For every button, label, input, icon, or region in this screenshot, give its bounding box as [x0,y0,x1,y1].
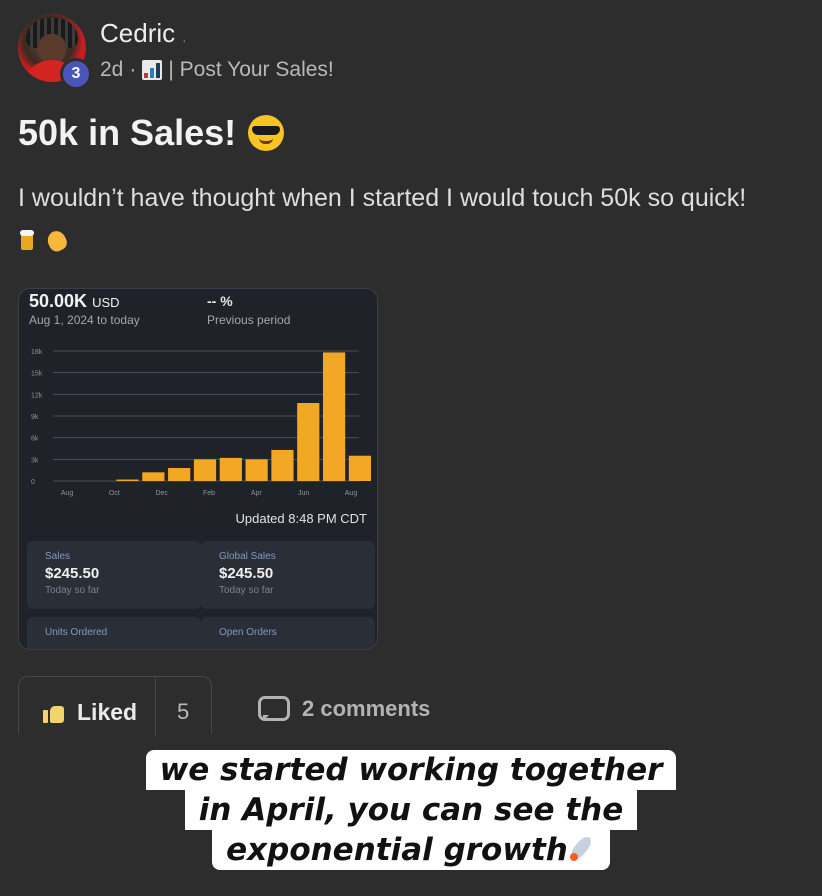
stat-global-sales: Global Sales $245.50 Today so far [201,541,375,609]
change-percent: -- % [207,293,233,309]
thumbs-up-icon [43,703,65,723]
x-tick-label: Aug [345,490,358,497]
comments-button[interactable]: 2 comments [258,696,430,722]
x-tick-label: Apr [251,490,263,497]
chart-bar [219,457,242,481]
beer-mugs-emoji-icon [18,228,42,252]
post-emojis [18,228,72,254]
caption-line-text: exponential growth [226,832,568,868]
comments-label: 2 comments [302,696,431,721]
stat-label: Sales [45,551,71,562]
y-tick-label: 15k [31,371,43,378]
like-divider [155,677,156,735]
post-title-text: 50k in Sales! [18,112,237,153]
bar-chart-icon [142,60,163,80]
chart-bar [142,472,165,481]
chart-bar [297,403,320,481]
post-meta: 2d · | Post Your Sales! [100,58,334,82]
post-category[interactable]: | Post Your Sales! [168,58,333,82]
caption-line: we started working together [145,750,677,790]
x-tick-label: Feb [203,490,215,497]
stat-label: Open Orders [219,627,277,638]
sales-bar-chart: 0 3k 6k 9k 12k 15k 18k Aug Oct Dec Feb Apr Jun Aug [31,349,372,497]
x-tick-label: Dec [155,490,168,497]
caption-line: in April, you can see the [184,790,638,830]
stat-label: Global Sales [219,551,276,562]
compare-label: Previous period [207,313,291,327]
x-tick-label: Jun [298,490,309,497]
x-tick-label: Oct [109,490,120,497]
chart-bar [322,352,346,481]
y-tick-label: 3k [31,457,39,464]
chart-bar [245,459,268,481]
stat-value: $245.50 [219,565,274,582]
y-tick-label: 12k [31,392,43,399]
author-suffix: . [182,29,187,45]
chart-bar [271,449,294,481]
level-badge: 3 [60,58,92,90]
y-tick-label: 6k [31,436,39,443]
stat-label: Units Ordered [45,627,108,638]
y-tick-label: 0 [31,479,35,486]
y-tick-label: 9k [31,414,39,421]
chart-bar [168,468,191,481]
clapping-hands-emoji-icon [44,228,72,254]
x-tick-label: Aug [61,490,74,497]
sales-total: 50.00K USD [29,291,120,312]
like-label: Liked [77,699,138,725]
sales-screenshot-card[interactable]: 50.00K USD Aug 1, 2024 to today -- % Pre… [18,288,378,650]
author-name-text[interactable]: Cedric [100,18,175,48]
stat-note: Today so far [45,585,100,596]
stat-note: Today so far [219,585,274,596]
sunglasses-emoji-icon [248,115,285,151]
meta-separator: · [129,58,137,81]
y-tick-label: 18k [31,349,43,356]
stat-units-ordered: Units Ordered [27,617,201,649]
like-control: Liked 5 [18,676,212,735]
sales-total-value: 50.00K [29,291,88,311]
author-name[interactable]: Cedric . [100,18,186,49]
chart-bar [348,455,372,481]
caption-line: exponential growth [212,830,610,870]
stat-value: $245.50 [45,565,100,582]
rocket-emoji-icon [568,835,596,863]
video-caption: we started working together in April, yo… [0,750,822,870]
date-range: Aug 1, 2024 to today [29,313,140,327]
updated-timestamp: Updated 8:48 PM CDT [235,511,367,526]
post-time[interactable]: 2d [100,58,123,82]
chart-bar [116,479,139,482]
chart-bar [193,459,217,481]
post-body: I wouldn’t have thought when I started I… [18,184,747,212]
stat-open-orders: Open Orders [201,617,375,649]
post-title: 50k in Sales! [18,112,285,154]
comment-bubble-icon [258,696,290,722]
like-button[interactable]: Liked [43,699,137,726]
stat-sales: Sales $245.50 Today so far [27,541,201,609]
sales-currency: USD [92,295,120,310]
like-count[interactable]: 5 [177,699,189,725]
